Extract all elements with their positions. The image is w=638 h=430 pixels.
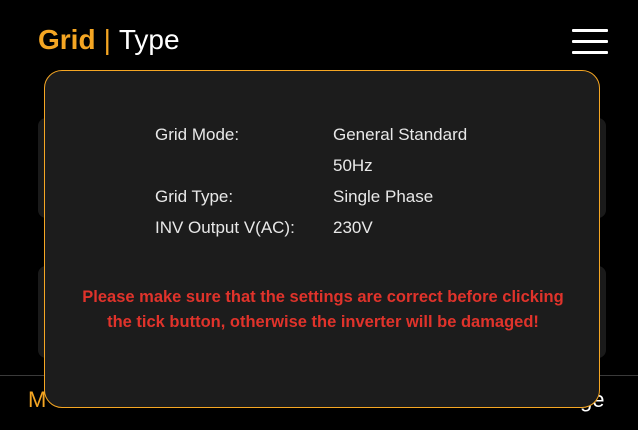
confirmation-dialog: Grid Mode: General Standard 50Hz Grid Ty… <box>44 70 600 408</box>
page-title: Grid | Type <box>38 22 180 58</box>
title-accent: Grid <box>38 24 96 55</box>
title-sub: Type <box>118 24 180 55</box>
grid-type-value: Single Phase <box>333 187 434 206</box>
header-bar: Grid | Type <box>0 0 638 80</box>
title-separator: | <box>103 24 111 55</box>
inv-output-value: 230V <box>333 218 373 237</box>
menu-line <box>572 29 608 32</box>
grid-type-label: Grid Type: <box>155 187 234 206</box>
menu-line <box>572 51 608 54</box>
warning-message: Please make sure that the settings are c… <box>82 288 564 331</box>
grid-frequency-value: 50Hz <box>333 156 373 175</box>
grid-mode-label: Grid Mode: <box>155 125 240 144</box>
hamburger-menu-icon[interactable] <box>572 27 608 55</box>
menu-line <box>572 40 608 43</box>
grid-mode-value: General Standard <box>333 125 468 144</box>
inv-output-label: INV Output V(AC): <box>155 218 295 237</box>
